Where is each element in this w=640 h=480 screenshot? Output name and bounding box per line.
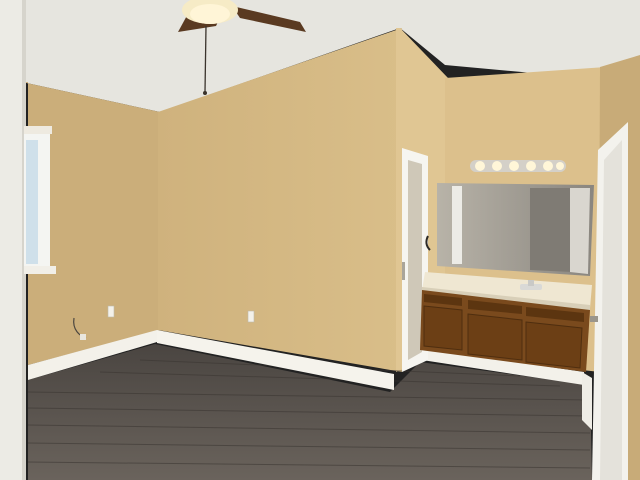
vanity-light-bar-icon <box>470 160 566 172</box>
room-scene <box>0 0 640 480</box>
outlet-icon <box>247 310 255 323</box>
outlet-icon <box>107 305 115 318</box>
baseboard-right <box>582 372 592 430</box>
vanity-mirror <box>437 183 594 276</box>
